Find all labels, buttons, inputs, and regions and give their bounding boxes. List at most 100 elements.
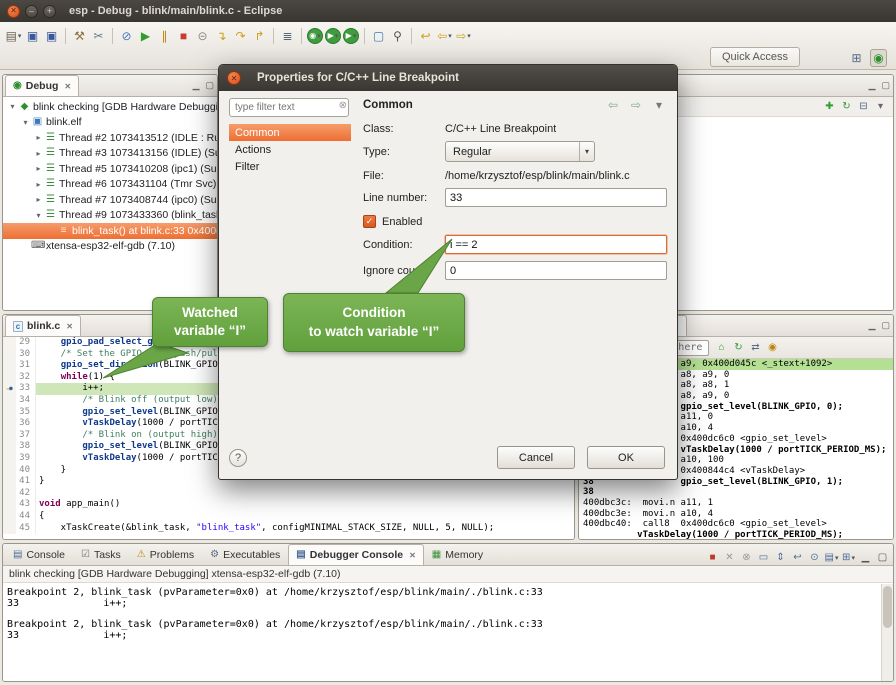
tree-caret-icon[interactable]: ▸ [33,164,44,173]
debug-tree-item[interactable]: ⌨xtensa-esp32-elf-gdb (7.10) [3,239,217,255]
tree-caret-icon[interactable]: ▾ [7,102,18,111]
tree-caret-icon[interactable]: ▸ [33,133,44,142]
remove-launch-icon[interactable]: ✕ [722,550,737,565]
build-icon[interactable]: ⚒ [71,27,88,45]
run-icon[interactable]: ▶▾ [325,28,341,44]
maximize-icon[interactable]: ▢ [881,320,890,331]
instruction-stepping-icon[interactable]: ≣ [279,27,296,45]
refresh-disassembly-icon[interactable]: ↻ [731,340,746,355]
dialog-nav-common[interactable]: Common [229,124,351,141]
filter-input[interactable] [229,98,349,117]
open-perspective-icon[interactable]: ⊞ [848,49,865,67]
breakpoint-marker-icon[interactable]: →● [3,383,16,395]
tab-memory[interactable]: ▦Memory [424,544,491,565]
close-tab-icon[interactable]: ✕ [64,82,71,91]
cut-icon[interactable]: ✂ [90,27,107,45]
tree-caret-icon[interactable]: ▸ [33,149,44,158]
ignore-count-input[interactable] [445,261,667,280]
debug-tree-item[interactable]: ▾◆blink checking [GDB Hardware Debugging… [3,99,217,115]
line-number-input[interactable] [445,188,667,207]
save-all-icon[interactable]: ▣ [43,27,60,45]
sync-selection-icon[interactable]: ⇄ [748,340,763,355]
debug-perspective-icon[interactable]: ◉ [870,49,887,67]
tab-executables[interactable]: ⚙Executables [202,544,288,565]
dialog-nav-actions[interactable]: Actions [229,141,351,158]
debug-tree-item[interactable]: ▾☰Thread #9 1073433360 (blink_task) (Sus… [3,208,217,224]
minimize-icon[interactable]: ▁ [858,550,873,565]
scroll-lock-icon[interactable]: ⇕ [773,550,788,565]
debug-tree-item[interactable]: ▸☰Thread #5 1073410208 (ipc1) (Suspended… [3,161,217,177]
collapse-all-icon[interactable]: ⊟ [856,99,871,114]
search-icon[interactable]: ⚲ [389,27,406,45]
debug-tree-item[interactable]: ▸☰Thread #6 1073431104 (Tmr Svc) (Suspen… [3,177,217,193]
disconnect-icon[interactable]: ⊝ [194,27,211,45]
external-tools-icon[interactable]: ▶▾ [343,28,359,44]
dialog-nav-filter[interactable]: Filter [229,158,351,175]
scrollbar-thumb[interactable] [883,586,892,628]
window-titlebar[interactable]: ✕ – + esp - Debug - blink/main/blink.c -… [0,0,896,22]
terminate-icon[interactable]: ■ [175,27,192,45]
new-source-file-icon[interactable]: ▢ [370,27,387,45]
cancel-button[interactable]: Cancel [497,446,575,469]
minimize-icon[interactable]: ▁ [869,80,876,91]
maximize-icon[interactable]: ▢ [875,550,890,565]
debug-tree-item[interactable]: ▸☰Thread #2 1073413512 (IDLE : Running) [3,130,217,146]
terminate-icon[interactable]: ■ [705,550,720,565]
ok-button[interactable]: OK [587,446,665,469]
skip-breakpoints-icon[interactable]: ⊘ [118,27,135,45]
enabled-checkbox[interactable]: ✓ [363,215,376,228]
home-icon[interactable]: ⌂ [714,340,729,355]
back-icon[interactable]: ⇦▾ [436,27,453,45]
condition-input[interactable] [445,235,667,254]
tree-caret-icon[interactable]: ▸ [33,180,44,189]
add-register-group-icon[interactable]: ✚ [822,99,837,114]
tab-problems[interactable]: ⚠Problems [129,544,202,565]
forward-icon[interactable]: ⇨▾ [455,27,472,45]
word-wrap-icon[interactable]: ↩ [790,550,805,565]
close-tab-icon[interactable]: ✕ [66,322,73,331]
suspend-icon[interactable]: ∥ [156,27,173,45]
forward-icon[interactable]: ⇨ [629,98,643,112]
console-scrollbar[interactable] [881,584,893,681]
clear-console-icon[interactable]: ▭ [756,550,771,565]
tree-caret-icon[interactable]: ▾ [20,118,31,127]
help-button[interactable]: ? [229,449,247,467]
tab-debugger-console[interactable]: ▤Debugger Console✕ [288,544,424,565]
debug-tree-item[interactable]: ≡blink_task() at blink.c:33 0x400dbc30 [3,223,217,239]
refresh-registers-icon[interactable]: ↻ [839,99,854,114]
window-maximize-button[interactable]: + [43,5,56,18]
dialog-titlebar[interactable]: ✕ Properties for C/C++ Line Breakpoint [219,65,677,91]
step-into-icon[interactable]: ↴ [213,27,230,45]
tab-debug[interactable]: ◉Debug✕ [5,75,79,96]
debug-tree-item[interactable]: ▸☰Thread #7 1073408744 (ipc0) (Suspended… [3,192,217,208]
debug-tree-item[interactable]: ▸☰Thread #3 1073413156 (IDLE) (Suspended… [3,146,217,162]
minimize-icon[interactable]: ▁ [869,320,876,331]
save-icon[interactable]: ▣ [24,27,41,45]
remove-all-launches-icon[interactable]: ⊗ [739,550,754,565]
debug-icon[interactable]: ◉▾ [307,28,323,44]
debug-tree-item[interactable]: ▾▣blink.elf [3,115,217,131]
window-minimize-button[interactable]: – [25,5,38,18]
step-over-icon[interactable]: ↷ [232,27,249,45]
track-expression-icon[interactable]: ◉ [765,340,780,355]
back-icon[interactable]: ⇦ [606,98,620,112]
tab-tasks[interactable]: ☑Tasks [73,544,129,565]
tab-blink-c[interactable]: cblink.c✕ [5,315,81,336]
registers-view-menu-icon[interactable]: ▾ [873,99,888,114]
clear-filter-icon[interactable]: ⊗ [339,100,347,111]
step-return-icon[interactable]: ↱ [251,27,268,45]
new-wizard-icon[interactable]: ▤▾ [5,27,22,45]
tree-caret-icon[interactable]: ▸ [33,195,44,204]
pin-console-icon[interactable]: ⊙ [807,550,822,565]
maximize-icon[interactable]: ▢ [881,80,890,91]
close-tab-icon[interactable]: ✕ [409,551,416,560]
tab-console[interactable]: ▤Console [5,544,73,565]
tree-caret-icon[interactable]: ▾ [33,211,44,220]
maximize-icon[interactable]: ▢ [205,80,214,91]
resume-icon[interactable]: ▶ [137,27,154,45]
dialog-close-button[interactable]: ✕ [227,71,241,85]
open-console-icon[interactable]: ⊞▾ [841,550,856,565]
minimize-icon[interactable]: ▁ [193,80,200,91]
display-selected-console-icon[interactable]: ▤▾ [824,550,839,565]
window-close-button[interactable]: ✕ [7,5,20,18]
